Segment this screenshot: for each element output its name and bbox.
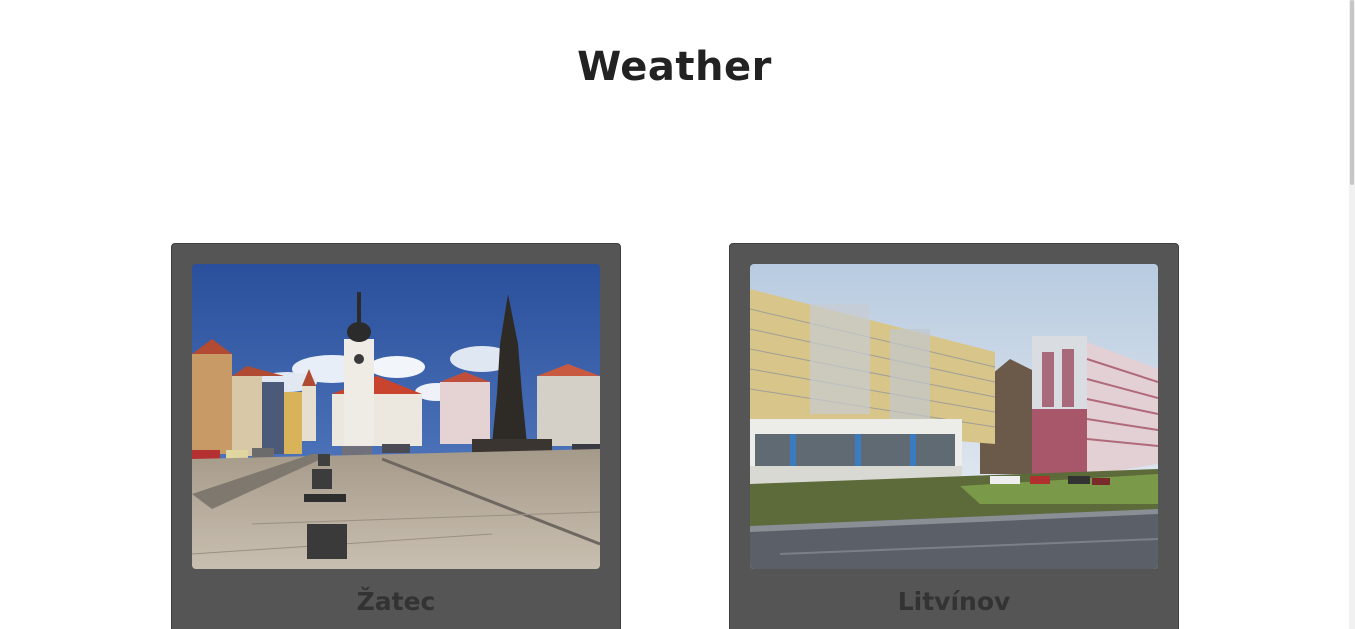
page-title: Weather — [577, 44, 772, 90]
scrollbar-thumb[interactable] — [1350, 0, 1354, 185]
vertical-scrollbar[interactable] — [1349, 0, 1355, 629]
city-name-zatec: Žatec — [356, 587, 436, 616]
city-card-litvinov[interactable]: Litvínov — [729, 243, 1179, 629]
city-card-zatec[interactable]: Žatec — [171, 243, 621, 629]
city-photo-litvinov — [750, 264, 1158, 569]
city-name-litvinov: Litvínov — [897, 587, 1011, 616]
city-photo-zatec — [192, 264, 600, 569]
page: Weather Žatec Litvínov — [0, 0, 1355, 629]
